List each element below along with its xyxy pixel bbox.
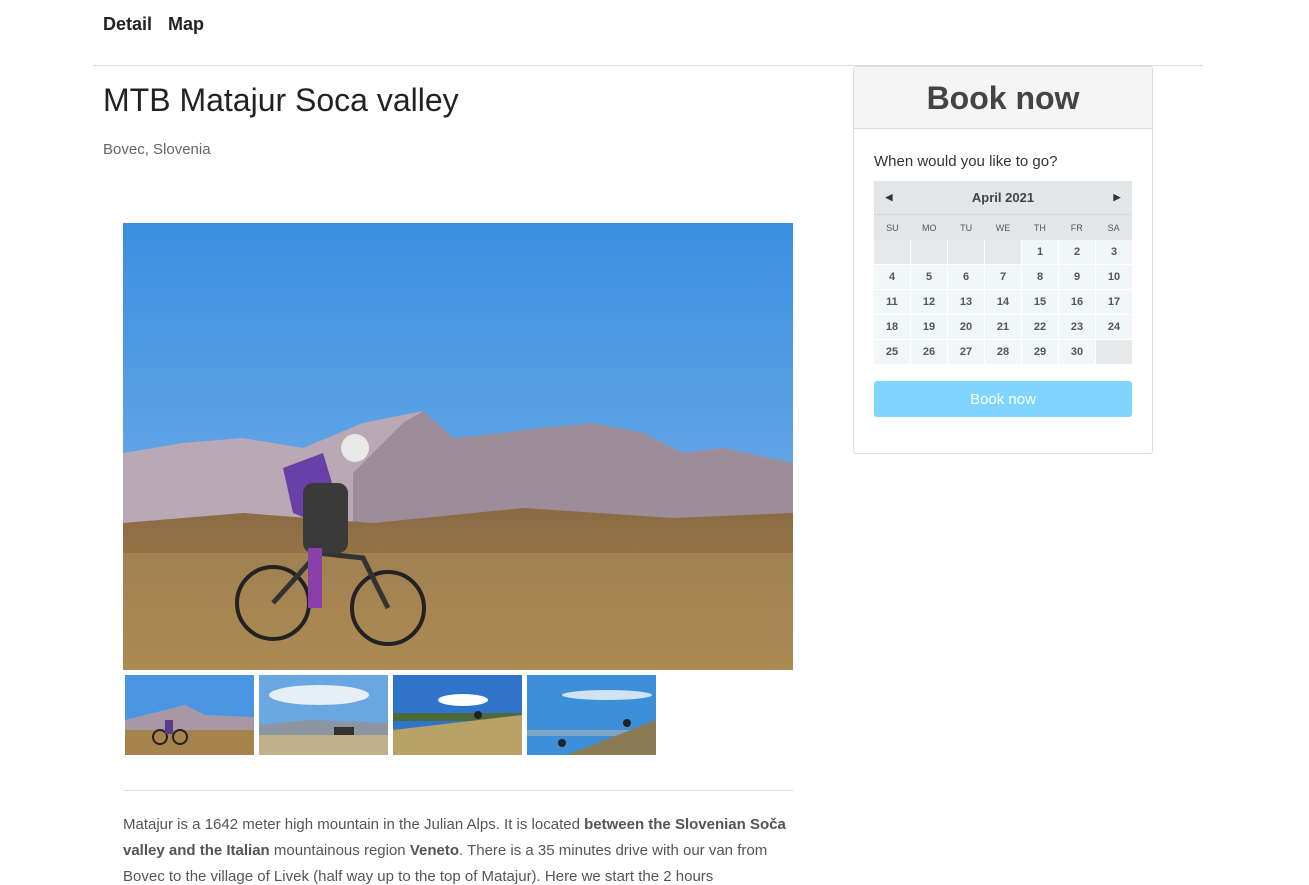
nav-map[interactable]: Map (168, 14, 204, 35)
calendar-day[interactable]: 28 (985, 340, 1021, 364)
calendar-day[interactable]: 30 (1059, 340, 1095, 364)
weekday-label: FR (1070, 223, 1083, 233)
thumbnail-photo-4 (527, 675, 656, 755)
calendar-header: ◀ April 2021 ▶ (874, 181, 1132, 214)
calendar-day[interactable]: 19 (911, 315, 947, 339)
calendar-day[interactable]: 21 (985, 315, 1021, 339)
calendar-day[interactable]: 29 (1022, 340, 1058, 364)
weekday-label: MO (922, 223, 937, 233)
trip-description: Matajur is a 1642 meter high mountain in… (123, 812, 793, 885)
date-picker: ◀ April 2021 ▶ SU MO TU WE TH FR SA 1 2 … (874, 181, 1132, 364)
thumbnail-photo-1 (125, 675, 254, 755)
next-month-button[interactable]: ▶ (1102, 181, 1132, 214)
calendar-day[interactable]: 26 (911, 340, 947, 364)
description-bold-2: Veneto (409, 842, 459, 859)
description-text-1: Matajur is a 1642 meter high mountain in… (123, 816, 585, 833)
calendar-day[interactable]: 15 (1022, 290, 1058, 314)
calendar-day[interactable]: 1 (1022, 240, 1058, 264)
thumbnail-photo-2 (259, 675, 388, 755)
date-question: When would you like to go? (874, 153, 1058, 170)
calendar-day[interactable]: 24 (1096, 315, 1132, 339)
calendar-day[interactable]: 4 (874, 265, 910, 289)
trip-location: Bovec, Slovenia (103, 141, 211, 158)
calendar-day[interactable]: 5 (911, 265, 947, 289)
calendar-empty-cell (948, 240, 984, 264)
calendar-day[interactable]: 8 (1022, 265, 1058, 289)
calendar-day[interactable]: 6 (948, 265, 984, 289)
calendar-empty-cell (874, 240, 910, 264)
calendar-day[interactable]: 10 (1096, 265, 1132, 289)
book-now-button[interactable]: Book now (874, 381, 1132, 417)
thumbnail-2[interactable] (259, 675, 388, 755)
calendar-month: April 2021 (971, 190, 1035, 205)
thumbnail-4[interactable] (527, 675, 656, 755)
weekday-row: SU MO TU WE TH FR SA (874, 214, 1132, 240)
calendar-day[interactable]: 27 (948, 340, 984, 364)
calendar-day[interactable]: 11 (874, 290, 910, 314)
calendar-empty-cell (1096, 340, 1132, 364)
weekday-label: TH (1033, 223, 1046, 233)
thumbnail-photo-3 (393, 675, 522, 755)
calendar-day[interactable]: 14 (985, 290, 1021, 314)
calendar-day[interactable]: 23 (1059, 315, 1095, 339)
weekday-label: SA (1107, 223, 1120, 233)
thumbnail-strip (125, 675, 656, 755)
calendar-day[interactable]: 20 (948, 315, 984, 339)
mountain-biker-photo (123, 223, 793, 670)
calendar-day[interactable]: 16 (1059, 290, 1095, 314)
thumbnail-3[interactable] (393, 675, 522, 755)
hero-photo[interactable] (123, 223, 793, 670)
calendar-day[interactable]: 7 (985, 265, 1021, 289)
weekday-label: TU (960, 223, 973, 233)
weekday-label: WE (995, 223, 1011, 233)
description-text-2: mountainous region (269, 842, 410, 859)
calendar-day[interactable]: 17 (1096, 290, 1132, 314)
calendar-day[interactable]: 12 (911, 290, 947, 314)
calendar-day[interactable]: 13 (948, 290, 984, 314)
triangle-right-icon: ▶ (1113, 192, 1121, 202)
description-divider (123, 790, 793, 791)
calendar-day[interactable]: 2 (1059, 240, 1095, 264)
calendar-empty-cell (911, 240, 947, 264)
calendar-empty-cell (985, 240, 1021, 264)
prev-month-button[interactable]: ◀ (874, 181, 904, 214)
thumbnail-1[interactable] (125, 675, 254, 755)
calendar-day[interactable]: 18 (874, 315, 910, 339)
calendar-day[interactable]: 9 (1059, 265, 1095, 289)
calendar-day[interactable]: 3 (1096, 240, 1132, 264)
calendar-day[interactable]: 22 (1022, 315, 1058, 339)
page-title: MTB Matajur Soca valley (103, 82, 459, 118)
nav-detail[interactable]: Detail (103, 14, 152, 35)
weekday-label: SU (886, 223, 899, 233)
calendar-days: 1 2 3 4 5 6 7 8 9 10 11 12 13 14 15 16 1… (874, 240, 1132, 364)
booking-header: Book now (854, 67, 1152, 129)
triangle-left-icon: ◀ (885, 192, 893, 202)
booking-panel: Book now When would you like to go? ◀ Ap… (853, 66, 1153, 454)
top-nav: Detail Map (103, 14, 204, 35)
calendar-day[interactable]: 25 (874, 340, 910, 364)
